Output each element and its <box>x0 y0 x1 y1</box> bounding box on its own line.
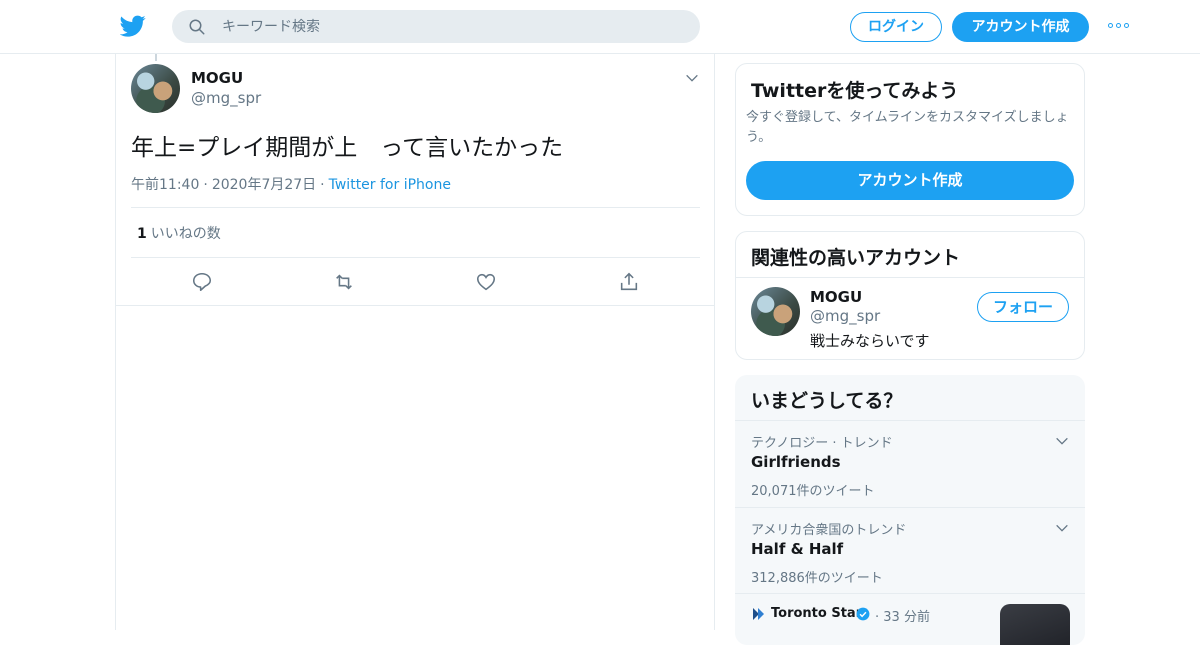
thread-connector <box>155 54 157 61</box>
signup-card-button[interactable]: アカウント作成 <box>746 161 1074 200</box>
tweet-author-name[interactable]: MOGU <box>191 69 243 87</box>
news-time: · 33 分前 <box>875 610 930 625</box>
top-bar: ログイン アカウント作成 <box>0 0 1200 54</box>
tweet-time[interactable]: 午前11:40 <box>131 177 199 193</box>
share-icon[interactable] <box>618 271 640 293</box>
chevron-down-icon[interactable] <box>1054 433 1070 449</box>
trend-tweet-count: 20,071件のツイート <box>751 484 875 499</box>
reply-icon[interactable] <box>191 271 213 293</box>
retweet-icon[interactable] <box>333 271 355 293</box>
trends-title: いまどうしてる？ <box>751 390 903 412</box>
tweet-author-handle[interactable]: @mg_spr <box>191 89 261 107</box>
search-input[interactable] <box>222 10 682 43</box>
like-heart-icon[interactable] <box>475 271 497 293</box>
like-label: いいねの数 <box>150 226 221 242</box>
related-accounts-card: 関連性の高いアカウント MOGU @mg_spr 戦士みならいです フォロー <box>735 231 1085 360</box>
tweet-text: 年上=プレイ期間が上 って言いたかった <box>131 135 564 161</box>
tweet-actions <box>116 258 714 306</box>
likes-count[interactable]: 1 いいねの数 <box>137 223 221 243</box>
related-account-handle[interactable]: @mg_spr <box>810 307 880 325</box>
tweet-source-link[interactable]: Twitter for iPhone <box>329 177 451 193</box>
signup-button[interactable]: アカウント作成 <box>952 12 1089 42</box>
trend-context: アメリカ合衆国のトレンド <box>751 523 907 538</box>
search-box[interactable] <box>172 10 700 43</box>
more-options-icon[interactable] <box>1108 22 1130 30</box>
avatar[interactable] <box>131 64 180 113</box>
search-icon <box>189 19 205 35</box>
chevron-down-icon[interactable] <box>1054 520 1070 536</box>
divider <box>131 207 700 208</box>
trend-topic[interactable]: Girlfriends <box>751 453 841 471</box>
trend-item[interactable]: テクノロジー · トレンド Girlfriends 20,071件のツイート <box>735 420 1085 507</box>
toronto-star-logo-icon <box>753 608 764 620</box>
login-button[interactable]: ログイン <box>850 12 942 42</box>
signup-card-description: 今すぐ登録して、タイムラインをカスタマイズしましょう。 <box>746 110 1069 145</box>
signup-card-title: Twitterを使ってみよう <box>751 80 959 102</box>
like-number: 1 <box>137 226 147 242</box>
trend-tweet-count: 312,886件のツイート <box>751 571 883 586</box>
trend-context: テクノロジー · トレンド <box>751 436 893 451</box>
trend-topic[interactable]: Half & Half <box>751 540 843 558</box>
chevron-down-icon[interactable] <box>684 70 700 86</box>
tweet-meta: 午前11:40 · 2020年7月27日 · Twitter for iPhone <box>131 177 451 193</box>
news-source-name[interactable]: Toronto Star <box>771 606 862 621</box>
tweet-date[interactable]: 2020年7月27日 <box>212 177 316 193</box>
trend-item[interactable]: アメリカ合衆国のトレンド Half & Half 312,886件のツイート <box>735 507 1085 594</box>
avatar[interactable] <box>751 287 800 336</box>
related-accounts-title: 関連性の高いアカウント <box>751 247 961 269</box>
trends-card: いまどうしてる？ テクノロジー · トレンド Girlfriends 20,07… <box>735 375 1085 645</box>
news-item[interactable]: Toronto Star · 33 分前 <box>735 593 1085 645</box>
related-account-bio: 戦士みならいです <box>810 332 930 350</box>
signup-card: Twitterを使ってみよう 今すぐ登録して、タイムラインをカスタマイズしましょ… <box>735 63 1085 216</box>
tweet-column: MOGU @mg_spr 年上=プレイ期間が上 って言いたかった 午前11:40… <box>115 54 715 630</box>
news-thumbnail[interactable] <box>1000 604 1070 645</box>
follow-button[interactable]: フォロー <box>977 292 1069 322</box>
related-account-name[interactable]: MOGU <box>810 288 862 306</box>
twitter-bird-icon[interactable] <box>120 13 146 39</box>
verified-badge-icon <box>856 607 870 621</box>
